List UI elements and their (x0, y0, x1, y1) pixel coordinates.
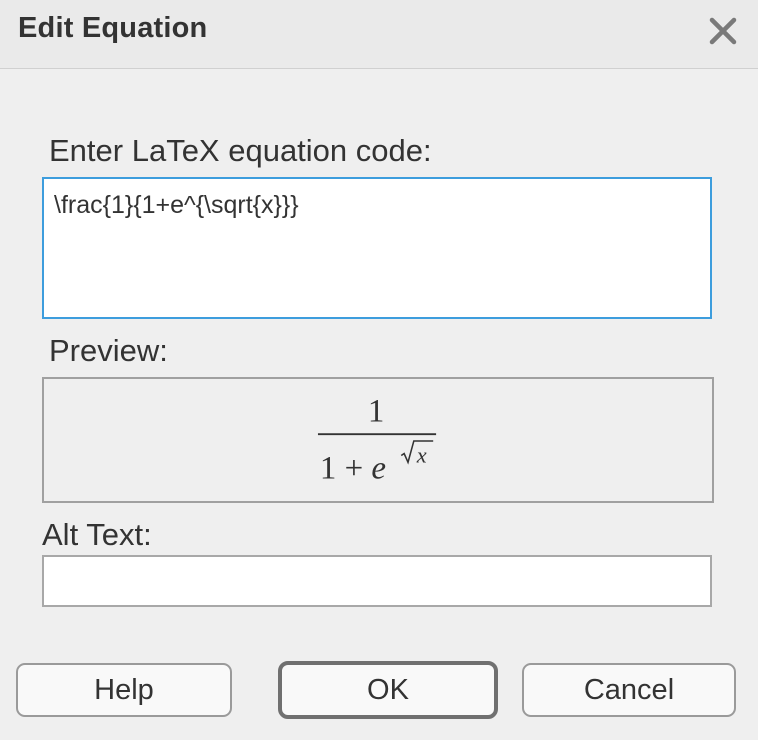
alt-text-input[interactable] (42, 555, 712, 607)
latex-code-label: Enter LaTeX equation code: (49, 133, 432, 168)
close-x-icon (709, 17, 737, 45)
latex-code-input[interactable]: \frac{1}{1+e^{\sqrt{x}}} (42, 177, 712, 319)
dialog-title: Edit Equation (18, 12, 208, 44)
help-button[interactable]: Help (16, 663, 232, 717)
dialog-titlebar: Edit Equation (0, 0, 758, 69)
fraction-denominator-base: 1 + e (320, 451, 386, 487)
cancel-button[interactable]: Cancel (522, 663, 736, 717)
ok-button[interactable]: OK (278, 661, 498, 719)
equation-preview: 1 1 + e x (42, 377, 714, 503)
exponent-base-e: e (371, 451, 386, 487)
preview-label: Preview: (49, 333, 168, 368)
alt-text-label: Alt Text: (42, 517, 152, 552)
equation-render: 1 1 + e x (317, 394, 437, 487)
exponent-variable: x (416, 442, 427, 467)
fraction-numerator: 1 (368, 394, 384, 430)
close-icon[interactable] (704, 12, 742, 50)
exponent-sqrt: x (400, 440, 434, 467)
